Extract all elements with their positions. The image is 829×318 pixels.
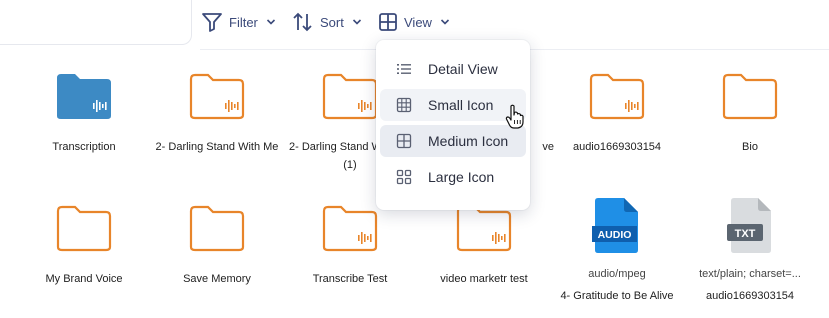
folder-audio-icon: [456, 205, 512, 252]
menu-item-label: Large Icon: [428, 169, 495, 185]
file-name: audio1669303154: [572, 141, 662, 153]
filter-button[interactable]: Filter: [201, 10, 276, 34]
medium-grid-icon: [396, 133, 412, 149]
menu-item-label: Medium Icon: [428, 133, 509, 149]
view-label: View: [404, 14, 432, 30]
menu-item-large-icon[interactable]: Large Icon: [380, 161, 526, 193]
file-name: 2- Darling Stand With Me: [155, 141, 279, 153]
sort-icon: [293, 12, 312, 32]
folder-audio-icon: [189, 73, 245, 120]
search-box[interactable]: [0, 0, 192, 45]
folder-icon: [56, 205, 112, 252]
view-grid-icon: [379, 13, 397, 31]
folder-audio-icon: [322, 205, 378, 252]
view-button[interactable]: View: [378, 10, 450, 34]
folder-audio-icon: [589, 73, 645, 120]
file-name: Transcribe Test: [312, 273, 388, 285]
filter-icon: [202, 13, 222, 32]
sort-button[interactable]: Sort: [292, 10, 362, 34]
hand-pointer-cursor-icon: [505, 104, 524, 129]
file-name: audio1669303154: [705, 290, 795, 302]
small-grid-icon: [396, 97, 412, 113]
chevron-down-icon: [266, 19, 275, 25]
file-name: video marketr test: [440, 273, 528, 285]
folder-audio-icon: [322, 73, 378, 120]
file-mime-type: text/plain; charset=...: [699, 268, 801, 280]
list-icon: [396, 61, 412, 77]
txt-badge-text: TXT: [735, 228, 756, 240]
filter-label: Filter: [229, 14, 258, 30]
large-grid-icon: [396, 169, 412, 185]
folder-audio-icon: [57, 74, 111, 119]
file-name: Bio: [742, 141, 758, 153]
menu-item-label: Detail View: [428, 61, 498, 77]
sort-label: Sort: [320, 14, 344, 30]
chevron-down-icon: [440, 19, 450, 25]
audio-file-icon: AUDIO: [592, 198, 638, 253]
audio-badge-text: AUDIO: [598, 229, 632, 241]
menu-item-label: Small Icon: [428, 97, 494, 113]
folder-icon: [722, 73, 778, 120]
file-name: 4- Gratitude to Be Alive: [560, 290, 674, 302]
file-name: Save Memory: [183, 273, 251, 285]
file-mime-type: audio/mpeg: [588, 268, 646, 280]
file-name: My Brand Voice: [45, 273, 123, 285]
menu-item-detail-view[interactable]: Detail View: [380, 53, 526, 85]
chevron-down-icon: [352, 19, 361, 25]
folder-icon: [189, 205, 245, 252]
file-name: Transcription: [52, 141, 116, 153]
txt-file-icon: TXT: [727, 198, 771, 253]
